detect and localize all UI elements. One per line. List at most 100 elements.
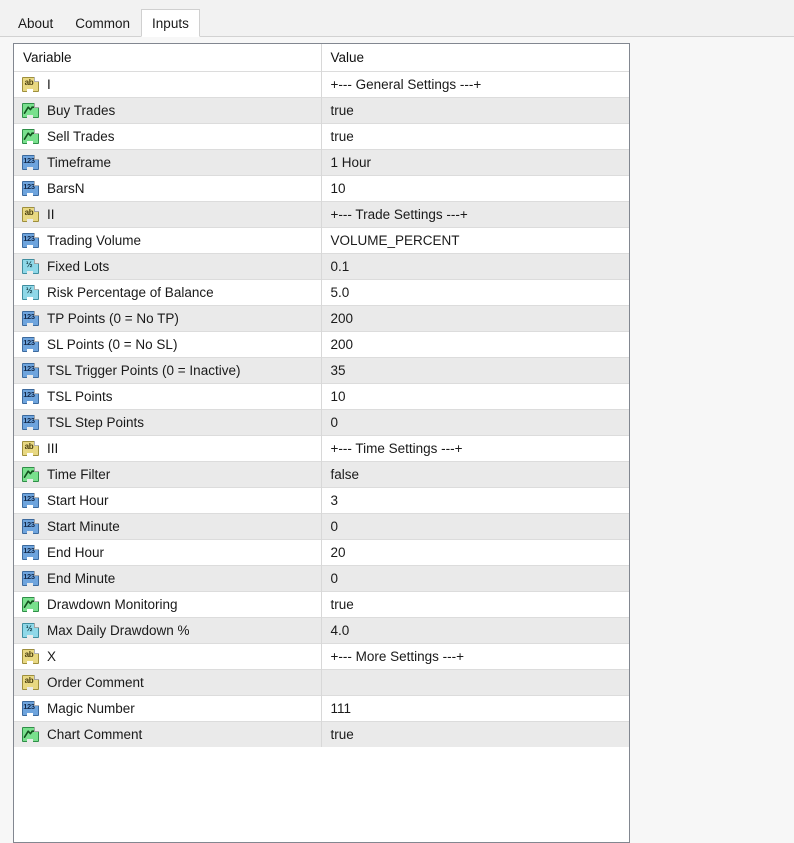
bool-type-icon	[22, 597, 39, 612]
cell-variable[interactable]: 123TSL Step Points	[14, 410, 321, 436]
cell-value[interactable]: 0	[321, 566, 629, 592]
cell-value[interactable]: true	[321, 98, 629, 124]
icon-notch	[27, 297, 33, 301]
int-type-icon: 123	[22, 389, 39, 404]
table-row[interactable]: 123Start Minute0	[14, 514, 629, 540]
cell-value[interactable]: VOLUME_PERCENT	[321, 228, 629, 254]
cell-variable[interactable]: 123TSL Trigger Points (0 = Inactive)	[14, 358, 321, 384]
icon-dogear	[34, 129, 39, 134]
cell-variable[interactable]: abIII	[14, 436, 321, 462]
table-row[interactable]: abX+--- More Settings ---+	[14, 644, 629, 670]
table-row[interactable]: 123BarsN10	[14, 176, 629, 202]
cell-value[interactable]: 1 Hour	[321, 150, 629, 176]
column-header-variable[interactable]: Variable	[14, 44, 321, 72]
cell-variable[interactable]: ½Max Daily Drawdown %	[14, 618, 321, 644]
cell-variable[interactable]: 123Magic Number	[14, 696, 321, 722]
cell-variable[interactable]: abI	[14, 72, 321, 98]
cell-value[interactable]: 0.1	[321, 254, 629, 280]
table-row[interactable]: Time Filterfalse	[14, 462, 629, 488]
variable-name: TSL Step Points	[47, 415, 144, 430]
table-row[interactable]: 123TP Points (0 = No TP)200	[14, 306, 629, 332]
cell-value[interactable]: true	[321, 124, 629, 150]
cell-variable[interactable]: 123Start Minute	[14, 514, 321, 540]
variable-cell-content: 123End Minute	[14, 566, 321, 591]
cell-value[interactable]: 5.0	[321, 280, 629, 306]
tab-inputs[interactable]: Inputs	[141, 9, 200, 37]
cell-variable[interactable]: ab II	[14, 202, 321, 228]
table-row[interactable]: 123SL Points (0 = No SL)200	[14, 332, 629, 358]
tab-strip: AboutCommonInputs	[0, 0, 794, 37]
table-row[interactable]: Chart Commenttrue	[14, 722, 629, 748]
icon-dogear	[34, 363, 39, 368]
tab-common[interactable]: Common	[64, 10, 141, 36]
cell-variable[interactable]: 123End Hour	[14, 540, 321, 566]
int-type-icon: 123	[22, 155, 39, 170]
cell-value[interactable]: 10	[321, 176, 629, 202]
cell-value[interactable]: +--- More Settings ---+	[321, 644, 629, 670]
cell-variable[interactable]: 123BarsN	[14, 176, 321, 202]
column-header-value[interactable]: Value	[321, 44, 629, 72]
table-row[interactable]: ½Fixed Lots0.1	[14, 254, 629, 280]
table-row[interactable]: 123End Hour20	[14, 540, 629, 566]
table-row[interactable]: 123Timeframe1 Hour	[14, 150, 629, 176]
table-row[interactable]: 123Start Hour3	[14, 488, 629, 514]
cell-variable[interactable]: ½Risk Percentage of Balance	[14, 280, 321, 306]
table-row[interactable]: 123Trading VolumeVOLUME_PERCENT	[14, 228, 629, 254]
cell-value[interactable]: true	[321, 592, 629, 618]
cell-variable[interactable]: abX	[14, 644, 321, 670]
table-row[interactable]: abIII+--- Time Settings ---+	[14, 436, 629, 462]
cell-value[interactable]: true	[321, 722, 629, 748]
variable-cell-content: Sell Trades	[14, 124, 321, 149]
table-row[interactable]: Sell Tradestrue	[14, 124, 629, 150]
table-row[interactable]: ½Max Daily Drawdown %4.0	[14, 618, 629, 644]
cell-variable[interactable]: ½Fixed Lots	[14, 254, 321, 280]
table-row[interactable]: ½Risk Percentage of Balance5.0	[14, 280, 629, 306]
cell-value[interactable]: 200	[321, 306, 629, 332]
table-row[interactable]: 123TSL Points10	[14, 384, 629, 410]
variable-name: II	[47, 207, 55, 222]
table-row[interactable]: abOrder Comment	[14, 670, 629, 696]
cell-value[interactable]: +--- General Settings ---+	[321, 72, 629, 98]
cell-variable[interactable]: 123End Minute	[14, 566, 321, 592]
cell-variable[interactable]: Chart Comment	[14, 722, 321, 748]
table-row[interactable]: ab II +--- Trade Settings ---+	[14, 202, 629, 228]
icon-dogear	[34, 701, 39, 706]
cell-value[interactable]: 4.0	[321, 618, 629, 644]
cell-value[interactable]: 200	[321, 332, 629, 358]
cell-value[interactable]: +--- Time Settings ---+	[321, 436, 629, 462]
table-row[interactable]: 123TSL Step Points0	[14, 410, 629, 436]
cell-value[interactable]: 3	[321, 488, 629, 514]
cell-variable[interactable]: 123TSL Points	[14, 384, 321, 410]
cell-variable[interactable]: Sell Trades	[14, 124, 321, 150]
cell-value[interactable]: 35	[321, 358, 629, 384]
tab-about[interactable]: About	[7, 10, 64, 36]
table-row[interactable]: abI+--- General Settings ---+	[14, 72, 629, 98]
cell-value[interactable]: +--- Trade Settings ---+	[321, 202, 629, 228]
table-row[interactable]: Buy Tradestrue	[14, 98, 629, 124]
icon-dogear	[34, 493, 39, 498]
cell-variable[interactable]: 123TP Points (0 = No TP)	[14, 306, 321, 332]
table-row[interactable]: 123End Minute0	[14, 566, 629, 592]
cell-variable[interactable]: 123SL Points (0 = No SL)	[14, 332, 321, 358]
table-row[interactable]: Drawdown Monitoringtrue	[14, 592, 629, 618]
cell-variable[interactable]: 123Start Hour	[14, 488, 321, 514]
cell-variable[interactable]: Drawdown Monitoring	[14, 592, 321, 618]
cell-value[interactable]	[321, 670, 629, 696]
variable-cell-content: ½Max Daily Drawdown %	[14, 618, 321, 643]
cell-value[interactable]: false	[321, 462, 629, 488]
cell-variable[interactable]: 123Trading Volume	[14, 228, 321, 254]
cell-variable[interactable]: 123Timeframe	[14, 150, 321, 176]
cell-variable[interactable]: abOrder Comment	[14, 670, 321, 696]
cell-value[interactable]: 20	[321, 540, 629, 566]
variable-name: End Minute	[47, 571, 115, 586]
cell-variable[interactable]: Time Filter	[14, 462, 321, 488]
table-row[interactable]: 123Magic Number111	[14, 696, 629, 722]
cell-value[interactable]: 10	[321, 384, 629, 410]
cell-variable[interactable]: Buy Trades	[14, 98, 321, 124]
cell-value[interactable]: 0	[321, 514, 629, 540]
cell-value[interactable]: 111	[321, 696, 629, 722]
variable-cell-content: 123TP Points (0 = No TP)	[14, 306, 321, 331]
string-type-icon: ab	[22, 207, 39, 222]
cell-value[interactable]: 0	[321, 410, 629, 436]
table-row[interactable]: 123TSL Trigger Points (0 = Inactive)35	[14, 358, 629, 384]
